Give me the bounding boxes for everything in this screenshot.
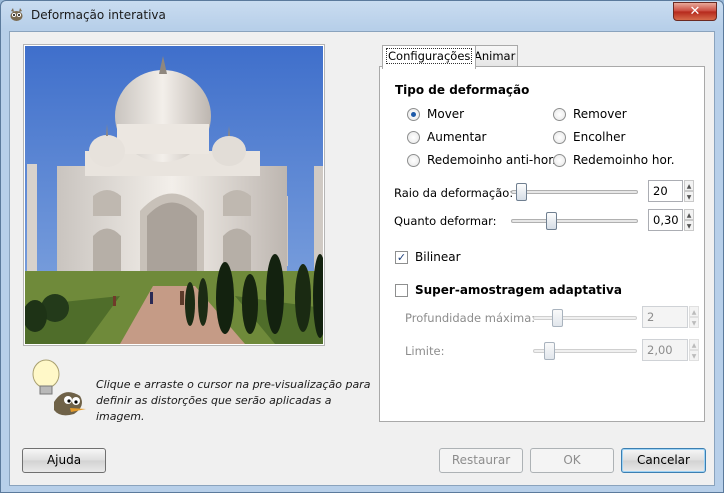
tab-configuracoes[interactable]: Configurações bbox=[382, 45, 477, 69]
amount-label: Quanto deformar: bbox=[394, 214, 497, 228]
cancel-button[interactable]: Cancelar bbox=[621, 448, 706, 473]
threshold-slider-thumb[interactable] bbox=[544, 342, 556, 360]
radio-indicator bbox=[553, 153, 566, 167]
radius-slider-track[interactable] bbox=[511, 190, 638, 194]
max-depth-slider-track[interactable] bbox=[533, 316, 637, 320]
threshold-label: Limite: bbox=[405, 344, 445, 358]
deform-type-title: Tipo de deformação bbox=[395, 83, 530, 97]
preview-canvas[interactable] bbox=[25, 46, 323, 344]
radius-label: Raio da deformação: bbox=[394, 186, 514, 200]
radio-grow[interactable]: Aumentar bbox=[407, 129, 486, 145]
threshold-spinner[interactable]: ▲ ▼ bbox=[689, 339, 699, 361]
preview-image bbox=[25, 46, 323, 344]
radio-swirl-cw[interactable]: Redemoinho hor. bbox=[553, 152, 675, 168]
radio-indicator bbox=[407, 130, 420, 144]
max-depth-input[interactable]: 2 bbox=[642, 306, 688, 328]
max-depth-slider-thumb[interactable] bbox=[551, 309, 563, 327]
spin-up-icon[interactable]: ▲ bbox=[689, 306, 699, 317]
amount-spinner[interactable]: ▲ ▼ bbox=[684, 209, 694, 231]
amount-slider-thumb[interactable] bbox=[545, 212, 557, 230]
close-icon: ✕ bbox=[689, 4, 701, 19]
amount-slider-track[interactable] bbox=[511, 219, 638, 223]
radio-indicator bbox=[553, 130, 566, 144]
spin-down-icon[interactable]: ▼ bbox=[689, 350, 699, 361]
window-title: Deformação interativa bbox=[31, 8, 166, 22]
checkbox-indicator bbox=[395, 283, 408, 297]
amount-input[interactable]: 0,30 bbox=[648, 209, 683, 231]
title-bar[interactable]: Deformação interativa ✕ bbox=[1, 1, 723, 31]
close-button[interactable]: ✕ bbox=[673, 2, 717, 21]
reset-button[interactable]: Restaurar bbox=[439, 448, 523, 473]
ok-button[interactable]: OK bbox=[530, 448, 614, 473]
dialog-body: Clique e arraste o cursor na pre-visuali… bbox=[9, 31, 715, 486]
radio-indicator bbox=[407, 107, 420, 121]
radio-move[interactable]: Mover bbox=[407, 106, 464, 122]
max-depth-spinner[interactable]: ▲ ▼ bbox=[689, 306, 699, 328]
max-depth-label: Profundidade máxima: bbox=[405, 311, 536, 325]
spin-down-icon[interactable]: ▼ bbox=[684, 191, 694, 202]
bilinear-checkbox[interactable]: ✓ Bilinear bbox=[395, 249, 461, 265]
spin-up-icon[interactable]: ▲ bbox=[684, 209, 694, 220]
radius-spinner[interactable]: ▲ ▼ bbox=[684, 180, 694, 202]
radio-indicator bbox=[553, 107, 566, 121]
radius-slider-thumb[interactable] bbox=[515, 183, 527, 201]
lightbulb-wilber-icon bbox=[32, 359, 86, 416]
dialog-window: Deformação interativa ✕ Clique e arraste… bbox=[0, 0, 724, 493]
supersampling-checkbox[interactable]: Super-amostragem adaptativa bbox=[395, 282, 622, 298]
spin-up-icon[interactable]: ▲ bbox=[689, 339, 699, 350]
radio-remove[interactable]: Remover bbox=[553, 106, 627, 122]
preview-hint: Clique e arraste o cursor na pre-visuali… bbox=[96, 378, 371, 423]
spin-up-icon[interactable]: ▲ bbox=[684, 180, 694, 191]
tab-animar[interactable]: Animar bbox=[470, 45, 518, 68]
radio-indicator bbox=[407, 153, 420, 167]
checkmark-icon: ✓ bbox=[395, 250, 408, 264]
threshold-input[interactable]: 2,00 bbox=[642, 339, 688, 361]
radio-swirl-ccw[interactable]: Redemoinho anti-hor. bbox=[407, 152, 556, 168]
spin-down-icon[interactable]: ▼ bbox=[689, 317, 699, 328]
preview-frame bbox=[23, 44, 325, 346]
gimp-icon bbox=[10, 8, 23, 21]
radius-input[interactable]: 20 bbox=[648, 180, 683, 202]
help-button[interactable]: Ajuda bbox=[22, 448, 106, 473]
settings-panel: Tipo de deformação Mover Remover Aumenta… bbox=[379, 66, 705, 422]
spin-down-icon[interactable]: ▼ bbox=[684, 220, 694, 231]
radio-shrink[interactable]: Encolher bbox=[553, 129, 625, 145]
